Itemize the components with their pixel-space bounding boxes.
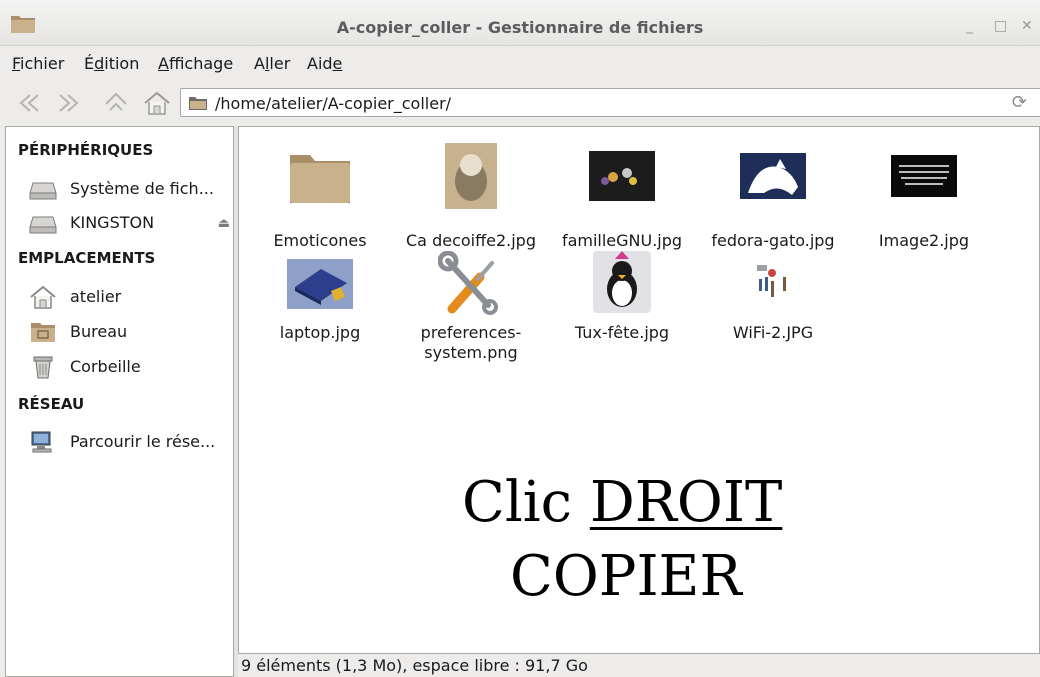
folder-icon [189,97,207,110]
toolbar: /home/atelier/A-copier_coller/ ⟳ [0,80,1040,124]
devices-heading: PÉRIPHÉRIQUES [18,141,154,159]
trash-icon [33,356,53,379]
file-name: WiFi-2.JPG [732,323,814,342]
file-item-fedora-gato[interactable]: fedora-gato.jpg [703,143,843,250]
eject-icon[interactable]: ⏏ [218,216,230,231]
file-item-tux-fete[interactable]: Tux-fête.jpg [552,251,692,361]
file-item-emoticones[interactable]: Emoticones [250,143,390,250]
file-name: fedora-gato.jpg [711,231,835,250]
file-item-famillegnu[interactable]: familleGNU.jpg [552,143,692,250]
sidebar-item-atelier[interactable]: atelier [28,283,233,311]
window-title: A-copier_coller - Gestionnaire de fichie… [336,18,704,37]
image-thumbnail-icon [891,155,957,197]
usb-drive-icon [29,216,57,234]
title-bar: A-copier_coller - Gestionnaire de fichie… [0,0,1040,46]
image-thumbnail-icon [593,251,651,313]
file-item-image2[interactable]: Image2.jpg [854,143,994,250]
sidebar: PÉRIPHÉRIQUES Système de fich... KINGSTO… [5,126,234,677]
minimize-button[interactable]: _ [966,19,973,33]
menu-edition[interactable]: Édition [84,54,139,73]
file-item-preferences-system[interactable]: preferences- system.png [401,251,541,362]
back-icon[interactable] [12,90,44,116]
sidebar-item-kingston[interactable]: KINGSTON ⏏ [28,209,233,237]
file-item-ca-decoiffe[interactable]: Ca decoiffe2.jpg [401,143,541,250]
desktop-folder-icon [31,323,55,342]
places-heading: EMPLACEMENTS [18,249,156,267]
sidebar-item-label: atelier [70,287,122,306]
menu-affichage[interactable]: Affichage [158,54,233,73]
image-thumbnail-icon [740,153,806,199]
sidebar-item-label: KINGSTON [70,213,155,232]
sidebar-item-label: Parcourir le rése... [70,432,216,451]
overlay-instruction-line2: COPIER [510,544,742,609]
location-path[interactable]: /home/atelier/A-copier_coller/ [215,94,451,113]
file-name: Image2.jpg [878,231,970,250]
network-icon [31,431,52,453]
drive-icon [29,182,57,200]
menu-bar: Fichier Édition Affichage Aller Aide [0,46,1040,79]
status-bar: 9 éléments (1,3 Mo), espace libre : 91,7… [238,654,1040,677]
image-thumbnail-icon [445,143,497,209]
menu-aide[interactable]: Aide [307,54,342,73]
forward-icon[interactable] [54,90,86,116]
sidebar-item-label: Bureau [70,322,128,341]
menu-fichier[interactable]: Fichier [12,54,64,73]
up-icon[interactable] [100,90,132,116]
file-name: preferences- system.png [420,323,522,362]
home-icon [30,285,56,309]
image-thumbnail-icon [589,151,655,201]
sidebar-item-label: Corbeille [70,357,141,376]
close-button[interactable]: ✕ [1021,19,1033,33]
file-name: Ca decoiffe2.jpg [406,231,536,250]
file-item-laptop[interactable]: laptop.jpg [250,251,390,361]
file-name: Emoticones [273,231,367,250]
sidebar-item-network[interactable]: Parcourir le rése... [28,428,233,456]
sidebar-item-corbeille[interactable]: Corbeille [28,353,233,381]
image-thumbnail-icon [757,265,786,297]
tools-icon [438,251,498,315]
file-name: laptop.jpg [279,323,361,342]
file-name: Tux-fête.jpg [574,323,670,342]
folder-icon [290,155,350,203]
image-thumbnail-icon [287,259,353,309]
file-name: familleGNU.jpg [561,231,683,250]
maximize-button[interactable]: □ [994,19,1007,33]
overlay-emphasis: DROIT [589,470,783,535]
home-icon[interactable] [141,90,173,116]
overlay-instruction-line1: Clic DROIT [462,470,783,535]
file-item-wifi[interactable]: WiFi-2.JPG [703,251,843,361]
menu-aller[interactable]: Aller [254,54,290,73]
sidebar-item-bureau[interactable]: Bureau [28,318,233,346]
refresh-icon[interactable]: ⟳ [1012,92,1027,113]
network-heading: RÉSEAU [18,395,85,413]
sidebar-item-system[interactable]: Système de fich... [28,175,233,203]
location-bar[interactable]: /home/atelier/A-copier_coller/ ⟳ [180,88,1040,117]
status-text: 9 éléments (1,3 Mo), espace libre : 91,7… [241,656,588,675]
sidebar-item-label: Système de fich... [70,179,214,198]
